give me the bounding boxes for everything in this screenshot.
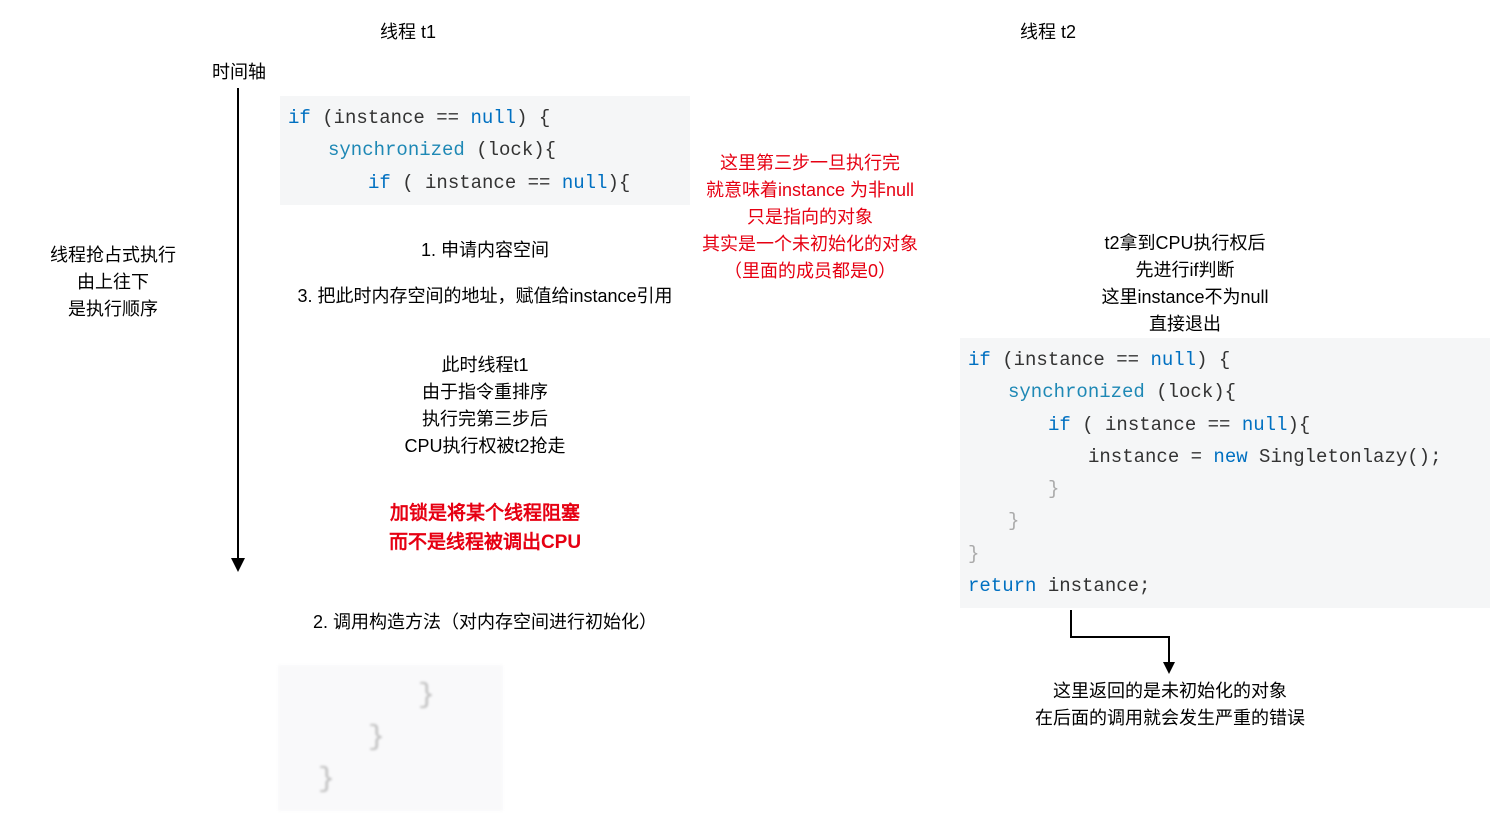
- thread-t1-header: 线程 t1: [380, 18, 436, 44]
- timeline-label: 时间轴: [212, 58, 266, 84]
- t1-mid-l1: 此时线程t1: [310, 352, 660, 379]
- t2-arrow-head: [1163, 662, 1175, 674]
- t1-bold-l2: 而不是线程被调出CPU: [310, 529, 660, 558]
- left-note-line2: 由上往下: [28, 269, 198, 296]
- code-t2-line8: return instance;: [968, 570, 1482, 602]
- t2-bottom-l2: 在后面的调用就会发生严重的错误: [990, 705, 1350, 732]
- red-l2: 就意味着instance 为非null: [670, 177, 950, 204]
- thread-t2-header: 线程 t2: [1020, 18, 1076, 44]
- t2-arrow-v1: [1070, 610, 1072, 638]
- t2-top-note: t2拿到CPU执行权后 先进行if判断 这里instance不为null 直接退…: [1040, 230, 1330, 338]
- timeline-arrow-shaft: [237, 88, 239, 560]
- t1-bold-note: 加锁是将某个线程阻塞 而不是线程被调出CPU: [310, 500, 660, 557]
- red-annotation: 这里第三步一旦执行完 就意味着instance 为非null 只是指向的对象 其…: [670, 150, 950, 285]
- code-t2-line3: if ( instance == null){: [968, 409, 1482, 441]
- t2-arrow-v2: [1168, 636, 1170, 664]
- brace-2: }: [298, 717, 483, 759]
- closing-braces-box: } } }: [278, 665, 503, 811]
- brace-1: }: [298, 675, 483, 717]
- t1-mid-l4: CPU执行权被t2抢走: [310, 433, 660, 460]
- t2-top-l3: 这里instance不为null: [1040, 284, 1330, 311]
- t2-bottom-note: 这里返回的是未初始化的对象 在后面的调用就会发生严重的错误: [990, 678, 1350, 732]
- code-t2-line1: if (instance == null) {: [968, 344, 1482, 376]
- code-block-t1: if (instance == null) { synchronized (lo…: [280, 96, 690, 205]
- step-3: 3. 把此时内存空间的地址，赋值给instance引用: [260, 282, 710, 308]
- timeline-arrow-head: [231, 558, 245, 572]
- red-l4: 其实是一个未初始化的对象: [670, 231, 950, 258]
- t1-mid-l3: 执行完第三步后: [310, 406, 660, 433]
- t1-mid-note: 此时线程t1 由于指令重排序 执行完第三步后 CPU执行权被t2抢走: [310, 352, 660, 460]
- code-t1-line2: synchronized (lock){: [288, 134, 682, 166]
- red-l1: 这里第三步一旦执行完: [670, 150, 950, 177]
- t2-top-l2: 先进行if判断: [1040, 257, 1330, 284]
- t2-top-l4: 直接退出: [1040, 311, 1330, 338]
- code-t2-line7: }: [968, 538, 1482, 570]
- code-t2-line2: synchronized (lock){: [968, 376, 1482, 408]
- left-note-line1: 线程抢占式执行: [28, 242, 198, 269]
- red-l5: （里面的成员都是0）: [670, 258, 950, 285]
- code-t2-line4: instance = new Singletonlazy();: [968, 441, 1482, 473]
- code-t2-line5: }: [968, 473, 1482, 505]
- code-t2-line6: }: [968, 505, 1482, 537]
- step-1: 1. 申请内容空间: [280, 236, 690, 262]
- brace-3: }: [298, 759, 483, 801]
- t1-mid-l2: 由于指令重排序: [310, 379, 660, 406]
- red-l3: 只是指向的对象: [670, 204, 950, 231]
- left-note: 线程抢占式执行 由上往下 是执行顺序: [28, 242, 198, 323]
- code-block-t2: if (instance == null) { synchronized (lo…: [960, 338, 1490, 608]
- code-t1-line1: if (instance == null) {: [288, 102, 682, 134]
- code-t1-line3: if ( instance == null){: [288, 167, 682, 199]
- left-note-line3: 是执行顺序: [28, 296, 198, 323]
- step-2: 2. 调用构造方法（对内存空间进行初始化）: [260, 608, 710, 634]
- t2-top-l1: t2拿到CPU执行权后: [1040, 230, 1330, 257]
- t2-bottom-l1: 这里返回的是未初始化的对象: [990, 678, 1350, 705]
- t1-bold-l1: 加锁是将某个线程阻塞: [310, 500, 660, 529]
- t2-arrow-h: [1070, 636, 1170, 638]
